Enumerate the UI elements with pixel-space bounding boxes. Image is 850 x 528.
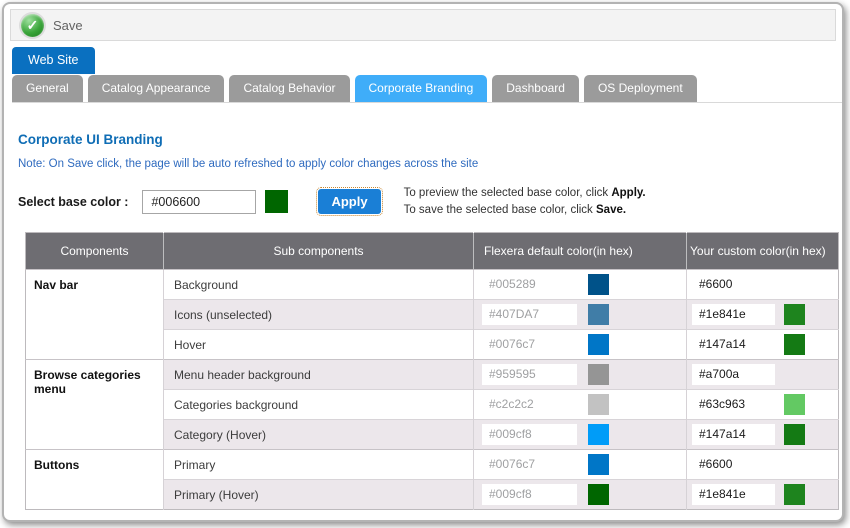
custom-hex-input[interactable] (692, 334, 775, 355)
save-check-icon: ✓ (21, 14, 44, 37)
default-color-swatch (588, 304, 609, 325)
custom-color-swatch (784, 334, 805, 355)
save-toolbar: ✓ Save (10, 9, 836, 41)
component-cell: Buttons (26, 450, 164, 510)
custom-hex-input[interactable] (692, 454, 775, 475)
default-color-swatch (588, 484, 609, 505)
base-color-label: Select base color : (18, 195, 128, 209)
hint-text: To preview the selected base color, clic… (404, 185, 646, 218)
content-area: Corporate UI Branding Note: On Save clic… (4, 132, 842, 510)
subcomponent-cell: Icons (unselected) (164, 300, 474, 330)
default-hex-input[interactable] (482, 364, 577, 385)
default-color-swatch (588, 454, 609, 475)
default-hex-input[interactable] (482, 304, 577, 325)
base-color-input[interactable] (142, 190, 256, 214)
default-hex-input[interactable] (482, 394, 577, 415)
default-color-swatch (588, 424, 609, 445)
default-color-swatch (588, 394, 609, 415)
header-default-color: Flexera default color(in hex) (474, 233, 687, 270)
tab-bar: GeneralCatalog AppearanceCatalog Behavio… (12, 75, 842, 103)
component-cell: Nav bar (26, 270, 164, 360)
subcomponent-cell: Primary (Hover) (164, 480, 474, 510)
subcomponent-cell: Hover (164, 330, 474, 360)
branding-table: Components Sub components Flexera defaul… (25, 232, 839, 510)
default-hex-input[interactable] (482, 424, 577, 445)
custom-color-swatch (784, 484, 805, 505)
custom-hex-input[interactable] (692, 364, 775, 385)
default-hex-input[interactable] (482, 334, 577, 355)
tab-catalog-behavior[interactable]: Catalog Behavior (229, 75, 349, 102)
tab-catalog-appearance[interactable]: Catalog Appearance (88, 75, 225, 102)
auto-refresh-note: Note: On Save click, the page will be au… (18, 158, 828, 170)
header-custom-color: Your custom color(in hex) (687, 233, 839, 270)
table-row: Nav barBackground (26, 270, 839, 300)
custom-color-swatch (784, 424, 805, 445)
page-title: Corporate UI Branding (18, 132, 828, 147)
default-color-swatch (588, 364, 609, 385)
component-cell: Browse categories menu (26, 360, 164, 450)
header-sub-components: Sub components (164, 233, 474, 270)
save-button-label: Save (53, 18, 83, 33)
custom-hex-input[interactable] (692, 274, 775, 295)
header-components: Components (26, 233, 164, 270)
tab-web-site[interactable]: Web Site (12, 47, 95, 74)
app-window: ✓ Save Web Site GeneralCatalog Appearanc… (2, 2, 844, 522)
save-button[interactable]: ✓ Save (21, 14, 83, 37)
default-hex-input[interactable] (482, 484, 577, 505)
branding-table-header: Components Sub components Flexera defaul… (26, 233, 839, 270)
custom-color-swatch (784, 304, 805, 325)
subcomponent-cell: Categories background (164, 390, 474, 420)
tab-general[interactable]: General (12, 75, 83, 102)
custom-color-swatch (784, 394, 805, 415)
base-color-row: Select base color : Apply To preview the… (18, 185, 828, 218)
tab-os-deployment[interactable]: OS Deployment (584, 75, 697, 102)
tab-dashboard[interactable]: Dashboard (492, 75, 579, 102)
custom-hex-input[interactable] (692, 424, 775, 445)
default-hex-input[interactable] (482, 454, 577, 475)
table-row: ButtonsPrimary (26, 450, 839, 480)
subcomponent-cell: Primary (164, 450, 474, 480)
base-color-swatch (265, 190, 288, 213)
hint-line-save: To save the selected base color, click S… (404, 202, 646, 219)
subcomponent-cell: Background (164, 270, 474, 300)
subcomponent-cell: Category (Hover) (164, 420, 474, 450)
custom-hex-input[interactable] (692, 484, 775, 505)
custom-hex-input[interactable] (692, 304, 775, 325)
default-color-swatch (588, 334, 609, 355)
tab-corporate-branding[interactable]: Corporate Branding (355, 75, 488, 102)
apply-button[interactable]: Apply (318, 189, 380, 214)
default-hex-input[interactable] (482, 274, 577, 295)
default-color-swatch (588, 274, 609, 295)
hint-line-preview: To preview the selected base color, clic… (404, 185, 646, 202)
subcomponent-cell: Menu header background (164, 360, 474, 390)
screenshot-stage: ✓ Save Web Site GeneralCatalog Appearanc… (0, 0, 850, 528)
custom-hex-input[interactable] (692, 394, 775, 415)
table-row: Browse categories menuMenu header backgr… (26, 360, 839, 390)
